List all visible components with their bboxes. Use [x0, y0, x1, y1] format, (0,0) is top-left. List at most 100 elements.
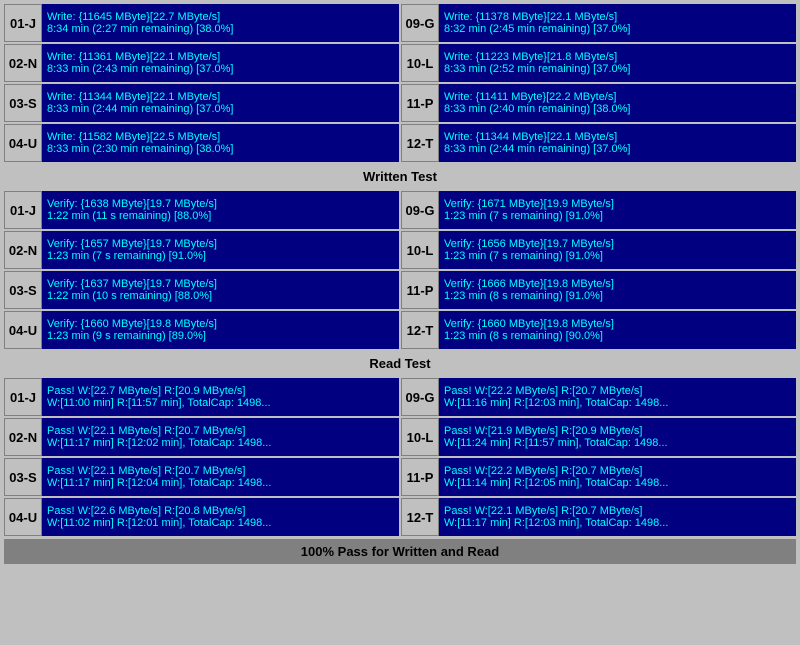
data-line1: Verify: {1666 MByte}[19.8 MByte/s]	[444, 278, 791, 290]
data-line2: 1:23 min (7 s remaining) [91.0%]	[47, 250, 394, 262]
data-line1: Pass! W:[22.2 MByte/s] R:[20.7 MByte/s]	[444, 465, 791, 477]
data-line2: W:[11:02 min] R:[12:01 min], TotalCap: 1…	[47, 517, 394, 529]
data-line2: W:[11:17 min] R:[12:02 min], TotalCap: 1…	[47, 437, 394, 449]
data-line2: 8:32 min (2:45 min remaining) [37.0%]	[444, 23, 791, 35]
data-line2: 1:23 min (9 s remaining) [89.0%]	[47, 330, 394, 342]
data-line1: Verify: {1671 MByte}[19.9 MByte/s]	[444, 198, 791, 210]
data-line2: W:[11:24 min] R:[11:57 min], TotalCap: 1…	[444, 437, 791, 449]
device-id: 03-S	[4, 84, 42, 122]
device-data: Pass! W:[22.1 MByte/s] R:[20.7 MByte/s]W…	[42, 458, 399, 496]
row-right-12-T: 12-TVerify: {1660 MByte}[19.8 MByte/s]1:…	[401, 311, 796, 349]
device-id: 03-S	[4, 271, 42, 309]
row-right-11-P: 11-PPass! W:[22.2 MByte/s] R:[20.7 MByte…	[401, 458, 796, 496]
verify-section: 01-JVerify: {1638 MByte}[19.7 MByte/s]1:…	[4, 191, 796, 349]
row-right-09-G: 09-GPass! W:[22.2 MByte/s] R:[20.7 MByte…	[401, 378, 796, 416]
data-line2: W:[11:16 min] R:[12:03 min], TotalCap: 1…	[444, 397, 791, 409]
data-line2: 1:23 min (7 s remaining) [91.0%]	[444, 250, 791, 262]
row-left-02-N: 02-NWrite: {11361 MByte}[22.1 MByte/s]8:…	[4, 44, 399, 82]
data-line1: Verify: {1638 MByte}[19.7 MByte/s]	[47, 198, 394, 210]
device-id: 12-T	[401, 124, 439, 162]
data-line1: Pass! W:[22.1 MByte/s] R:[20.7 MByte/s]	[444, 505, 791, 517]
data-line1: Pass! W:[22.7 MByte/s] R:[20.9 MByte/s]	[47, 385, 394, 397]
device-id: 01-J	[4, 191, 42, 229]
data-line2: W:[11:17 min] R:[12:03 min], TotalCap: 1…	[444, 517, 791, 529]
data-line2: 8:33 min (2:44 min remaining) [37.0%]	[444, 143, 791, 155]
device-data: Write: {11645 MByte}[22.7 MByte/s]8:34 m…	[42, 4, 399, 42]
verify-grid: 01-JVerify: {1638 MByte}[19.7 MByte/s]1:…	[4, 191, 796, 349]
data-line1: Write: {11223 MByte}[21.8 MByte/s]	[444, 51, 791, 63]
main-container: 01-JWrite: {11645 MByte}[22.7 MByte/s]8:…	[0, 0, 800, 568]
device-id: 04-U	[4, 124, 42, 162]
device-id: 02-N	[4, 44, 42, 82]
device-id: 02-N	[4, 231, 42, 269]
device-id: 09-G	[401, 4, 439, 42]
device-data: Verify: {1638 MByte}[19.7 MByte/s]1:22 m…	[42, 191, 399, 229]
data-line1: Write: {11344 MByte}[22.1 MByte/s]	[47, 91, 394, 103]
device-data: Verify: {1660 MByte}[19.8 MByte/s]1:23 m…	[42, 311, 399, 349]
device-id: 01-J	[4, 378, 42, 416]
row-left-03-S: 03-SPass! W:[22.1 MByte/s] R:[20.7 MByte…	[4, 458, 399, 496]
device-id: 10-L	[401, 231, 439, 269]
device-id: 09-G	[401, 378, 439, 416]
row-left-01-J: 01-JVerify: {1638 MByte}[19.7 MByte/s]1:…	[4, 191, 399, 229]
row-left-04-U: 04-UVerify: {1660 MByte}[19.8 MByte/s]1:…	[4, 311, 399, 349]
row-left-04-U: 04-UWrite: {11582 MByte}[22.5 MByte/s]8:…	[4, 124, 399, 162]
data-line2: W:[11:14 min] R:[12:05 min], TotalCap: 1…	[444, 477, 791, 489]
data-line1: Write: {11361 MByte}[22.1 MByte/s]	[47, 51, 394, 63]
device-data: Pass! W:[21.9 MByte/s] R:[20.9 MByte/s]W…	[439, 418, 796, 456]
data-line2: W:[11:17 min] R:[12:04 min], TotalCap: 1…	[47, 477, 394, 489]
device-data: Write: {11344 MByte}[22.1 MByte/s]8:33 m…	[42, 84, 399, 122]
row-left-04-U: 04-UPass! W:[22.6 MByte/s] R:[20.8 MByte…	[4, 498, 399, 536]
pass-section: 01-JPass! W:[22.7 MByte/s] R:[20.9 MByte…	[4, 378, 796, 536]
row-right-11-P: 11-PWrite: {11411 MByte}[22.2 MByte/s]8:…	[401, 84, 796, 122]
device-data: Pass! W:[22.1 MByte/s] R:[20.7 MByte/s]W…	[439, 498, 796, 536]
device-data: Verify: {1660 MByte}[19.8 MByte/s]1:23 m…	[439, 311, 796, 349]
row-right-12-T: 12-TPass! W:[22.1 MByte/s] R:[20.7 MByte…	[401, 498, 796, 536]
write-grid: 01-JWrite: {11645 MByte}[22.7 MByte/s]8:…	[4, 4, 796, 162]
data-line1: Pass! W:[21.9 MByte/s] R:[20.9 MByte/s]	[444, 425, 791, 437]
row-right-10-L: 10-LPass! W:[21.9 MByte/s] R:[20.9 MByte…	[401, 418, 796, 456]
row-left-02-N: 02-N Verify: {1657 MByte}[19.7 MByte/s]1:…	[4, 231, 399, 269]
device-id: 01-J	[4, 4, 42, 42]
data-line1: Verify: {1657 MByte}[19.7 MByte/s]	[47, 238, 394, 250]
data-line2: 1:23 min (8 s remaining) [91.0%]	[444, 290, 791, 302]
device-data: Verify: {1637 MByte}[19.7 MByte/s]1:22 m…	[42, 271, 399, 309]
data-line1: Verify: {1660 MByte}[19.8 MByte/s]	[444, 318, 791, 330]
device-data: Verify: {1656 MByte}[19.7 MByte/s]1:23 m…	[439, 231, 796, 269]
row-right-10-L: 10-LWrite: {11223 MByte}[21.8 MByte/s]8:…	[401, 44, 796, 82]
data-line1: Pass! W:[22.6 MByte/s] R:[20.8 MByte/s]	[47, 505, 394, 517]
device-data: Write: {11582 MByte}[22.5 MByte/s]8:33 m…	[42, 124, 399, 162]
data-line1: Pass! W:[22.1 MByte/s] R:[20.7 MByte/s]	[47, 465, 394, 477]
row-left-01-J: 01-JWrite: {11645 MByte}[22.7 MByte/s]8:…	[4, 4, 399, 42]
device-data: Write: {11378 MByte}[22.1 MByte/s]8:32 m…	[439, 4, 796, 42]
device-id: 09-G	[401, 191, 439, 229]
device-id: 12-T	[401, 311, 439, 349]
device-data: Pass! W:[22.7 MByte/s] R:[20.9 MByte/s]W…	[42, 378, 399, 416]
device-data: Write: {11344 MByte}[22.1 MByte/s]8:33 m…	[439, 124, 796, 162]
device-data: Pass! W:[22.2 MByte/s] R:[20.7 MByte/s]W…	[439, 378, 796, 416]
data-line2: W:[11:00 min] R:[11:57 min], TotalCap: 1…	[47, 397, 394, 409]
row-right-11-P: 11-PVerify: {1666 MByte}[19.8 MByte/s]1:…	[401, 271, 796, 309]
device-id: 02-N	[4, 418, 42, 456]
data-line2: 8:33 min (2:52 min remaining) [37.0%]	[444, 63, 791, 75]
device-data: Write: {11223 MByte}[21.8 MByte/s]8:33 m…	[439, 44, 796, 82]
device-id: 11-P	[401, 271, 439, 309]
data-line2: 1:23 min (7 s remaining) [91.0%]	[444, 210, 791, 222]
device-data: Pass! W:[22.6 MByte/s] R:[20.8 MByte/s]W…	[42, 498, 399, 536]
device-id: 12-T	[401, 498, 439, 536]
data-line1: Verify: {1656 MByte}[19.7 MByte/s]	[444, 238, 791, 250]
row-right-09-G: 09-G Verify: {1671 MByte}[19.9 MByte/s]1:…	[401, 191, 796, 229]
row-left-03-S: 03-SWrite: {11344 MByte}[22.1 MByte/s]8:…	[4, 84, 399, 122]
device-id: 04-U	[4, 311, 42, 349]
bottom-bar: 100% Pass for Written and Read	[4, 539, 796, 564]
row-left-02-N: 02-NPass! W:[22.1 MByte/s] R:[20.7 MByte…	[4, 418, 399, 456]
read-test-header: Read Test	[4, 352, 796, 375]
row-right-10-L: 10-LVerify: {1656 MByte}[19.7 MByte/s]1:…	[401, 231, 796, 269]
data-line1: Write: {11411 MByte}[22.2 MByte/s]	[444, 91, 791, 103]
device-data: Verify: {1666 MByte}[19.8 MByte/s]1:23 m…	[439, 271, 796, 309]
data-line1: Write: {11378 MByte}[22.1 MByte/s]	[444, 11, 791, 23]
data-line1: Write: {11645 MByte}[22.7 MByte/s]	[47, 11, 394, 23]
device-data: Write: {11361 MByte}[22.1 MByte/s]8:33 m…	[42, 44, 399, 82]
data-line2: 1:23 min (8 s remaining) [90.0%]	[444, 330, 791, 342]
device-id: 10-L	[401, 418, 439, 456]
